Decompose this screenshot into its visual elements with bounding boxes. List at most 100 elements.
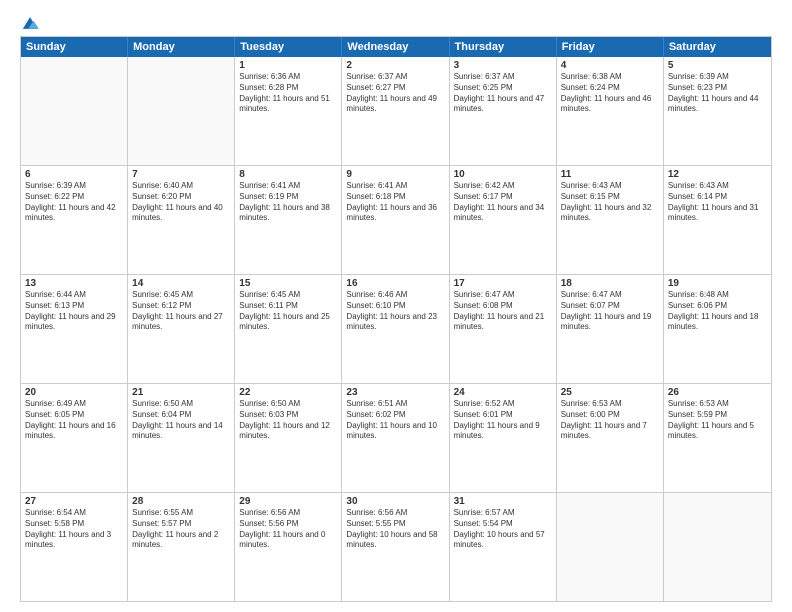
day-number: 26 (668, 387, 767, 398)
day-number: 3 (454, 60, 552, 71)
weekday-header-wednesday: Wednesday (342, 37, 449, 57)
calendar-cell-day-14: 14Sunrise: 6:45 AM Sunset: 6:12 PM Dayli… (128, 275, 235, 383)
day-number: 15 (239, 278, 337, 289)
calendar-body: 1Sunrise: 6:36 AM Sunset: 6:28 PM Daylig… (21, 57, 771, 601)
calendar-cell-day-2: 2Sunrise: 6:37 AM Sunset: 6:27 PM Daylig… (342, 57, 449, 165)
cell-details: Sunrise: 6:51 AM Sunset: 6:02 PM Dayligh… (346, 399, 444, 442)
calendar-cell-day-7: 7Sunrise: 6:40 AM Sunset: 6:20 PM Daylig… (128, 166, 235, 274)
cell-details: Sunrise: 6:42 AM Sunset: 6:17 PM Dayligh… (454, 181, 552, 224)
cell-details: Sunrise: 6:37 AM Sunset: 6:25 PM Dayligh… (454, 72, 552, 115)
calendar-cell-day-15: 15Sunrise: 6:45 AM Sunset: 6:11 PM Dayli… (235, 275, 342, 383)
cell-details: Sunrise: 6:45 AM Sunset: 6:11 PM Dayligh… (239, 290, 337, 333)
cell-details: Sunrise: 6:45 AM Sunset: 6:12 PM Dayligh… (132, 290, 230, 333)
calendar-cell-empty (664, 493, 771, 601)
cell-details: Sunrise: 6:39 AM Sunset: 6:23 PM Dayligh… (668, 72, 767, 115)
day-number: 4 (561, 60, 659, 71)
logo (20, 16, 39, 28)
day-number: 18 (561, 278, 659, 289)
calendar-cell-day-26: 26Sunrise: 6:53 AM Sunset: 5:59 PM Dayli… (664, 384, 771, 492)
cell-details: Sunrise: 6:36 AM Sunset: 6:28 PM Dayligh… (239, 72, 337, 115)
day-number: 16 (346, 278, 444, 289)
calendar-cell-day-3: 3Sunrise: 6:37 AM Sunset: 6:25 PM Daylig… (450, 57, 557, 165)
cell-details: Sunrise: 6:47 AM Sunset: 6:07 PM Dayligh… (561, 290, 659, 333)
weekday-header-thursday: Thursday (450, 37, 557, 57)
calendar-cell-day-23: 23Sunrise: 6:51 AM Sunset: 6:02 PM Dayli… (342, 384, 449, 492)
calendar-cell-day-17: 17Sunrise: 6:47 AM Sunset: 6:08 PM Dayli… (450, 275, 557, 383)
calendar-cell-empty (557, 493, 664, 601)
cell-details: Sunrise: 6:52 AM Sunset: 6:01 PM Dayligh… (454, 399, 552, 442)
cell-details: Sunrise: 6:37 AM Sunset: 6:27 PM Dayligh… (346, 72, 444, 115)
logo-icon (21, 16, 39, 30)
calendar-row-1: 1Sunrise: 6:36 AM Sunset: 6:28 PM Daylig… (21, 57, 771, 165)
calendar-cell-day-4: 4Sunrise: 6:38 AM Sunset: 6:24 PM Daylig… (557, 57, 664, 165)
day-number: 17 (454, 278, 552, 289)
cell-details: Sunrise: 6:46 AM Sunset: 6:10 PM Dayligh… (346, 290, 444, 333)
weekday-header-saturday: Saturday (664, 37, 771, 57)
day-number: 6 (25, 169, 123, 180)
day-number: 11 (561, 169, 659, 180)
day-number: 12 (668, 169, 767, 180)
weekday-header-tuesday: Tuesday (235, 37, 342, 57)
day-number: 25 (561, 387, 659, 398)
day-number: 22 (239, 387, 337, 398)
calendar-cell-day-5: 5Sunrise: 6:39 AM Sunset: 6:23 PM Daylig… (664, 57, 771, 165)
page-header (20, 16, 772, 28)
day-number: 23 (346, 387, 444, 398)
calendar-cell-day-18: 18Sunrise: 6:47 AM Sunset: 6:07 PM Dayli… (557, 275, 664, 383)
day-number: 20 (25, 387, 123, 398)
weekday-header-monday: Monday (128, 37, 235, 57)
calendar-cell-empty (128, 57, 235, 165)
cell-details: Sunrise: 6:41 AM Sunset: 6:18 PM Dayligh… (346, 181, 444, 224)
calendar-cell-day-25: 25Sunrise: 6:53 AM Sunset: 6:00 PM Dayli… (557, 384, 664, 492)
day-number: 2 (346, 60, 444, 71)
day-number: 29 (239, 496, 337, 507)
cell-details: Sunrise: 6:39 AM Sunset: 6:22 PM Dayligh… (25, 181, 123, 224)
cell-details: Sunrise: 6:50 AM Sunset: 6:04 PM Dayligh… (132, 399, 230, 442)
cell-details: Sunrise: 6:56 AM Sunset: 5:55 PM Dayligh… (346, 508, 444, 551)
calendar-cell-day-13: 13Sunrise: 6:44 AM Sunset: 6:13 PM Dayli… (21, 275, 128, 383)
calendar-cell-day-19: 19Sunrise: 6:48 AM Sunset: 6:06 PM Dayli… (664, 275, 771, 383)
cell-details: Sunrise: 6:38 AM Sunset: 6:24 PM Dayligh… (561, 72, 659, 115)
day-number: 28 (132, 496, 230, 507)
calendar-cell-day-20: 20Sunrise: 6:49 AM Sunset: 6:05 PM Dayli… (21, 384, 128, 492)
cell-details: Sunrise: 6:55 AM Sunset: 5:57 PM Dayligh… (132, 508, 230, 551)
day-number: 10 (454, 169, 552, 180)
calendar: SundayMondayTuesdayWednesdayThursdayFrid… (20, 36, 772, 602)
day-number: 27 (25, 496, 123, 507)
calendar-cell-empty (21, 57, 128, 165)
cell-details: Sunrise: 6:41 AM Sunset: 6:19 PM Dayligh… (239, 181, 337, 224)
calendar-header: SundayMondayTuesdayWednesdayThursdayFrid… (21, 37, 771, 57)
cell-details: Sunrise: 6:47 AM Sunset: 6:08 PM Dayligh… (454, 290, 552, 333)
cell-details: Sunrise: 6:53 AM Sunset: 5:59 PM Dayligh… (668, 399, 767, 442)
calendar-row-5: 27Sunrise: 6:54 AM Sunset: 5:58 PM Dayli… (21, 492, 771, 601)
day-number: 31 (454, 496, 552, 507)
calendar-cell-day-29: 29Sunrise: 6:56 AM Sunset: 5:56 PM Dayli… (235, 493, 342, 601)
calendar-cell-day-16: 16Sunrise: 6:46 AM Sunset: 6:10 PM Dayli… (342, 275, 449, 383)
cell-details: Sunrise: 6:49 AM Sunset: 6:05 PM Dayligh… (25, 399, 123, 442)
day-number: 8 (239, 169, 337, 180)
day-number: 21 (132, 387, 230, 398)
calendar-cell-day-28: 28Sunrise: 6:55 AM Sunset: 5:57 PM Dayli… (128, 493, 235, 601)
cell-details: Sunrise: 6:44 AM Sunset: 6:13 PM Dayligh… (25, 290, 123, 333)
cell-details: Sunrise: 6:43 AM Sunset: 6:15 PM Dayligh… (561, 181, 659, 224)
calendar-row-2: 6Sunrise: 6:39 AM Sunset: 6:22 PM Daylig… (21, 165, 771, 274)
cell-details: Sunrise: 6:53 AM Sunset: 6:00 PM Dayligh… (561, 399, 659, 442)
weekday-header-friday: Friday (557, 37, 664, 57)
calendar-row-3: 13Sunrise: 6:44 AM Sunset: 6:13 PM Dayli… (21, 274, 771, 383)
weekday-header-sunday: Sunday (21, 37, 128, 57)
day-number: 14 (132, 278, 230, 289)
calendar-cell-day-21: 21Sunrise: 6:50 AM Sunset: 6:04 PM Dayli… (128, 384, 235, 492)
calendar-cell-day-1: 1Sunrise: 6:36 AM Sunset: 6:28 PM Daylig… (235, 57, 342, 165)
calendar-cell-day-6: 6Sunrise: 6:39 AM Sunset: 6:22 PM Daylig… (21, 166, 128, 274)
cell-details: Sunrise: 6:48 AM Sunset: 6:06 PM Dayligh… (668, 290, 767, 333)
calendar-cell-day-9: 9Sunrise: 6:41 AM Sunset: 6:18 PM Daylig… (342, 166, 449, 274)
day-number: 19 (668, 278, 767, 289)
calendar-cell-day-11: 11Sunrise: 6:43 AM Sunset: 6:15 PM Dayli… (557, 166, 664, 274)
day-number: 7 (132, 169, 230, 180)
day-number: 13 (25, 278, 123, 289)
cell-details: Sunrise: 6:54 AM Sunset: 5:58 PM Dayligh… (25, 508, 123, 551)
day-number: 24 (454, 387, 552, 398)
cell-details: Sunrise: 6:40 AM Sunset: 6:20 PM Dayligh… (132, 181, 230, 224)
calendar-cell-day-22: 22Sunrise: 6:50 AM Sunset: 6:03 PM Dayli… (235, 384, 342, 492)
calendar-cell-day-30: 30Sunrise: 6:56 AM Sunset: 5:55 PM Dayli… (342, 493, 449, 601)
